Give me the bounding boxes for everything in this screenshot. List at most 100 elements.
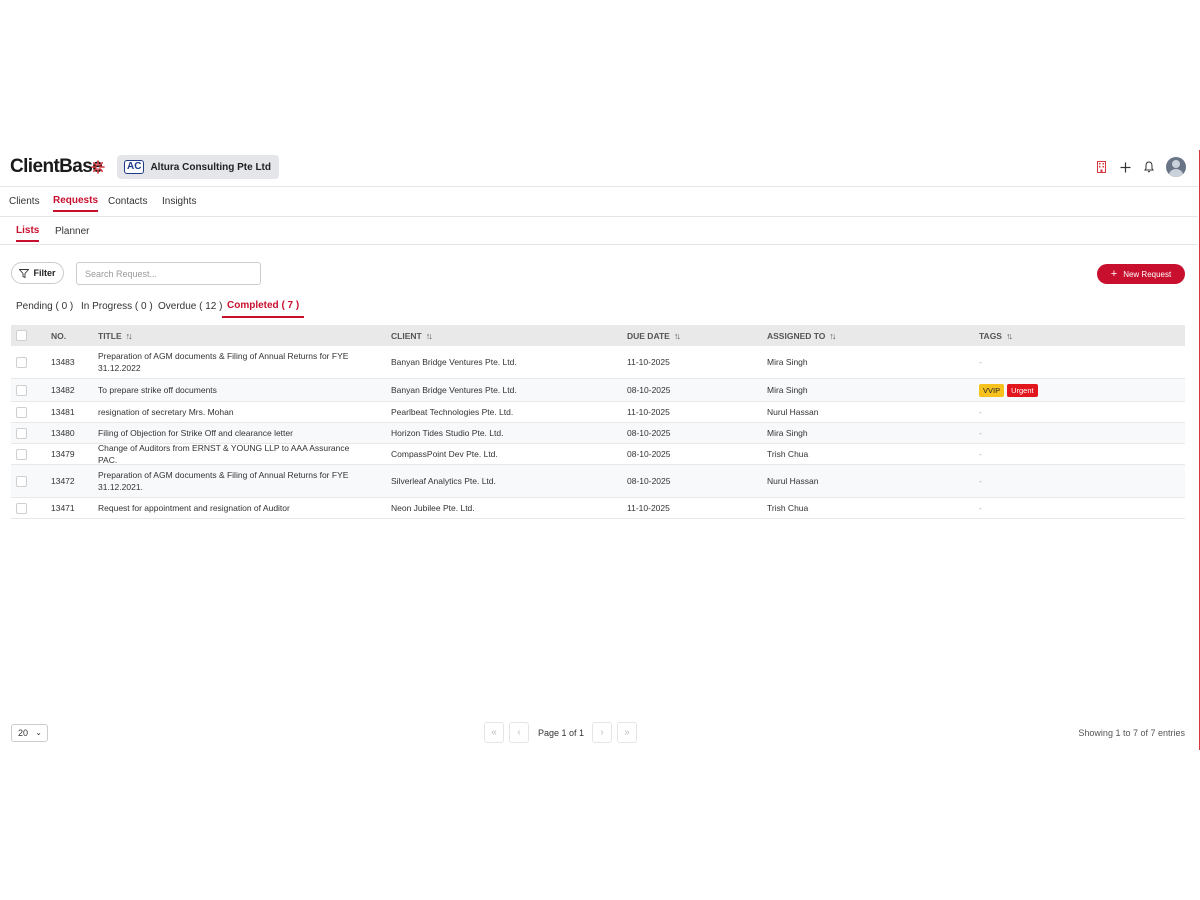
building-icon[interactable]	[1092, 156, 1110, 178]
sub-nav: Lists Planner	[0, 217, 1198, 245]
plus-icon: +	[1110, 268, 1118, 280]
top-icons	[1086, 156, 1186, 178]
page-size-value: 20	[18, 728, 29, 738]
filter-icon	[19, 268, 30, 278]
sort-icon[interactable]: ↑↓	[426, 331, 433, 341]
select-all-checkbox[interactable]	[16, 330, 27, 341]
next-page-icon[interactable]: ›	[592, 722, 613, 743]
cell-due-date: 08-10-2025	[627, 385, 671, 395]
last-page-icon[interactable]: »	[617, 722, 638, 743]
org-badge: AC	[124, 160, 145, 174]
cell-tags: -	[979, 402, 982, 422]
table-row[interactable]: 13482 To prepare strike off documents Bany…	[11, 379, 1185, 402]
avatar[interactable]	[1166, 157, 1186, 177]
entries-summary: Showing 1 to 7 of 7 entries	[1078, 728, 1185, 738]
cell-no: 13483	[51, 357, 75, 367]
app-logo[interactable]: ClientBase	[10, 156, 103, 178]
cell-assigned-to: Nurul Hassan	[767, 476, 819, 486]
cell-assigned-to: Mira Singh	[767, 428, 808, 438]
tab-in-progress[interactable]: In Progress ( 0 )	[81, 301, 153, 312]
empty-tags: -	[979, 357, 982, 367]
cell-no: 13471	[51, 503, 75, 513]
empty-tags: -	[979, 503, 982, 513]
row-checkbox[interactable]	[16, 356, 27, 368]
row-checkbox[interactable]	[16, 475, 27, 487]
plus-icon[interactable]	[1116, 156, 1134, 178]
first-page-icon[interactable]: «	[484, 722, 504, 743]
cell-due-date: 11-10-2025	[627, 407, 670, 417]
previous-page-icon[interactable]: ‹	[509, 722, 529, 743]
tab-lists[interactable]: Lists	[16, 225, 40, 242]
app-window: ClientBase AC Altura Consulting Pte Ltd	[0, 150, 1200, 750]
table-row[interactable]: 13472 Preparation of AGM documents & Fili…	[11, 465, 1185, 498]
cell-assigned-to: Mira Singh	[767, 357, 808, 367]
table-body: 13483 Preparation of AGM documents & Fili…	[11, 346, 1185, 519]
tab-contacts[interactable]: Contacts	[108, 196, 147, 207]
empty-tags: -	[979, 449, 982, 459]
pagination: « ‹ Page 1 of 1 › »	[484, 722, 642, 743]
cell-title: Preparation of AGM documents & Filing of…	[98, 351, 349, 373]
column-header-client[interactable]: CLIENT	[391, 331, 422, 341]
row-checkbox[interactable]	[16, 448, 27, 460]
column-header-no: NO.	[51, 330, 67, 341]
tab-pending[interactable]: Pending ( 0 )	[16, 301, 73, 312]
tab-completed[interactable]: Completed ( 7 )	[221, 300, 305, 318]
row-checkbox[interactable]	[16, 384, 27, 396]
tab-planner[interactable]: Planner	[55, 226, 89, 237]
sort-icon[interactable]: ↑↓	[126, 331, 133, 341]
sort-icon[interactable]: ↑↓	[829, 331, 836, 341]
column-header-title[interactable]: TITLE	[98, 331, 122, 341]
column-header-tags[interactable]: TAGS	[979, 331, 1002, 341]
search-input[interactable]	[76, 262, 261, 285]
tab-insights[interactable]: Insights	[162, 196, 196, 207]
row-checkbox[interactable]	[16, 427, 27, 439]
filter-button[interactable]: Filter	[11, 262, 64, 284]
cell-tags: -	[979, 423, 982, 443]
table-header: NO. TITLE ↑↓ CLIENT ↑↓ DUE DATE ↑↓ ASSIGNED…	[11, 325, 1185, 346]
table-row[interactable]: 13480 Filing of Objection for Strike Off …	[11, 423, 1185, 444]
row-checkbox[interactable]	[16, 406, 27, 418]
cell-due-date: 11-10-2025	[627, 357, 670, 367]
cell-no: 13479	[51, 449, 75, 459]
chevron-down-icon: ⌄	[35, 728, 42, 737]
cell-title: Request for appointment and resignation …	[98, 503, 290, 513]
tag-badge: VVIP	[979, 383, 1005, 397]
cell-tags: -	[979, 346, 982, 378]
cell-title: To prepare strike off documents	[98, 385, 217, 395]
row-checkbox[interactable]	[16, 502, 27, 514]
page-size-select[interactable]: 20 ⌄	[11, 724, 48, 742]
new-request-button[interactable]: + New Request	[1097, 264, 1185, 284]
org-name: Altura Consulting Pte Ltd	[150, 161, 271, 173]
cell-title: Preparation of AGM documents & Filing of…	[98, 470, 349, 492]
cell-client: Banyan Bridge Ventures Pte. Ltd.	[391, 357, 517, 367]
bell-icon[interactable]	[1140, 156, 1158, 178]
cell-client: Horizon Tides Studio Pte. Ltd.	[391, 428, 504, 438]
organization-switcher[interactable]: AC Altura Consulting Pte Ltd	[117, 155, 279, 179]
cell-assigned-to: Mira Singh	[767, 385, 808, 395]
page-indicator: Page 1 of 1	[538, 727, 585, 738]
tab-clients[interactable]: Clients	[9, 196, 40, 207]
table-row[interactable]: 13479 Change of Auditors from ERNST & YOU…	[11, 443, 1185, 465]
cell-client: Pearlbeat Technologies Pte. Ltd.	[391, 407, 514, 417]
cell-assigned-to: Nurul Hassan	[767, 407, 819, 417]
table-row[interactable]: 13481 resignation of secretary Mrs. Mohan…	[11, 402, 1185, 423]
cell-title: resignation of secretary Mrs. Mohan	[98, 407, 234, 417]
column-header-assigned-to[interactable]: ASSIGNED TO	[767, 331, 825, 341]
filter-label: Filter	[33, 268, 56, 278]
cell-title: Filing of Objection for Strike Off and c…	[98, 428, 293, 438]
top-bar: ClientBase AC Altura Consulting Pte Ltd	[0, 150, 1198, 187]
tab-overdue[interactable]: Overdue ( 12 )	[158, 301, 222, 312]
cell-tags: VVIP Urgent	[979, 379, 1041, 401]
sort-icon[interactable]: ↑↓	[1006, 331, 1013, 341]
cell-assigned-to: Trish Chua	[767, 449, 809, 459]
table-row[interactable]: 13483 Preparation of AGM documents & Fili…	[11, 346, 1185, 379]
empty-tags: -	[979, 428, 982, 438]
requests-table: NO. TITLE ↑↓ CLIENT ↑↓ DUE DATE ↑↓ ASSIGNED…	[11, 325, 1185, 519]
cell-client: Banyan Bridge Ventures Pte. Ltd.	[391, 385, 517, 395]
table-row[interactable]: 13471 Request for appointment and resigna…	[11, 498, 1185, 519]
cell-title: Change of Auditors from ERNST & YOUNG LL…	[98, 443, 350, 465]
column-header-due-date[interactable]: DUE DATE	[627, 331, 670, 341]
cell-due-date: 08-10-2025	[627, 476, 671, 486]
tab-requests[interactable]: Requests	[53, 195, 99, 212]
sort-icon[interactable]: ↑↓	[674, 331, 681, 341]
